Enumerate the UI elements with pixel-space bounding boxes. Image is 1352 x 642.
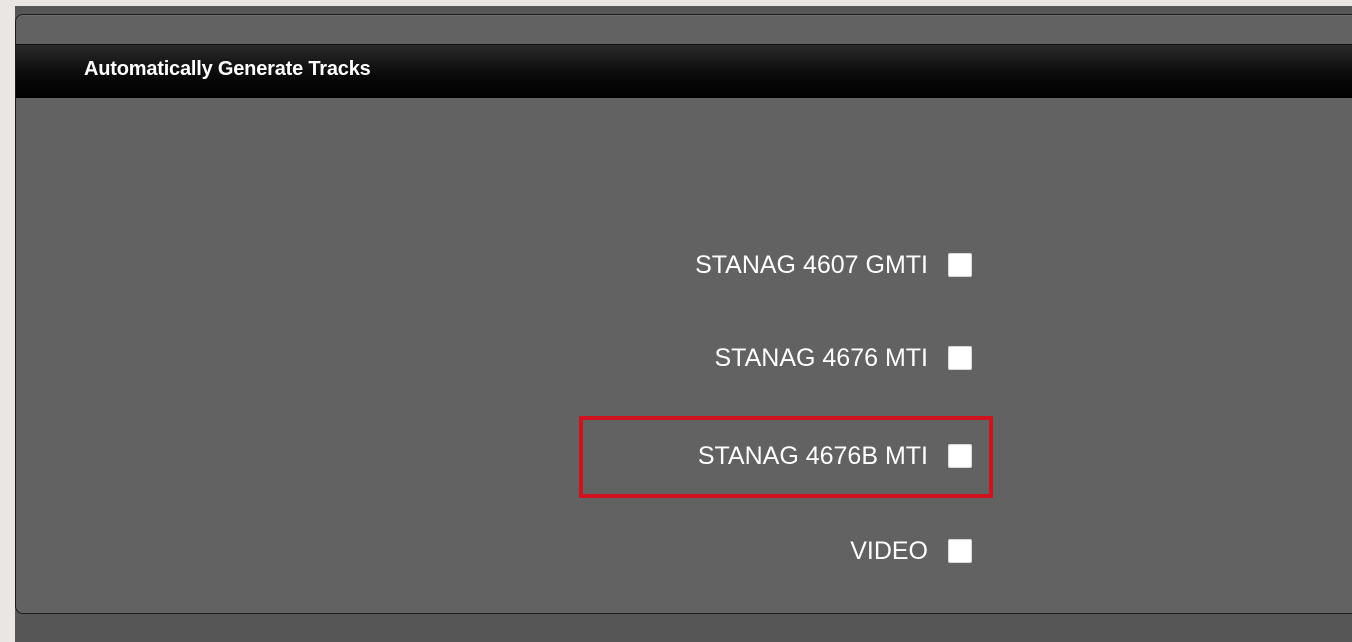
option-row-video: VIDEO xyxy=(850,531,972,571)
auto-generate-tracks-panel: Automatically Generate Tracks xyxy=(15,14,1352,614)
panel-header: Automatically Generate Tracks xyxy=(16,44,1352,98)
option-label-video: VIDEO xyxy=(850,536,928,565)
option-label-stanag-4607-gmti: STANAG 4607 GMTI xyxy=(695,250,928,279)
highlight-box xyxy=(579,416,993,498)
option-label-stanag-4676-mti: STANAG 4676 MTI xyxy=(714,343,929,372)
option-row-stanag-4607-gmti: STANAG 4607 GMTI xyxy=(695,245,972,285)
option-row-stanag-4676-mti: STANAG 4676 MTI xyxy=(714,338,972,378)
checkbox-stanag-4607-gmti[interactable] xyxy=(948,253,972,277)
checkbox-stanag-4676-mti[interactable] xyxy=(948,346,972,370)
panel-title: Automatically Generate Tracks xyxy=(84,58,371,80)
checkbox-video[interactable] xyxy=(948,539,972,563)
